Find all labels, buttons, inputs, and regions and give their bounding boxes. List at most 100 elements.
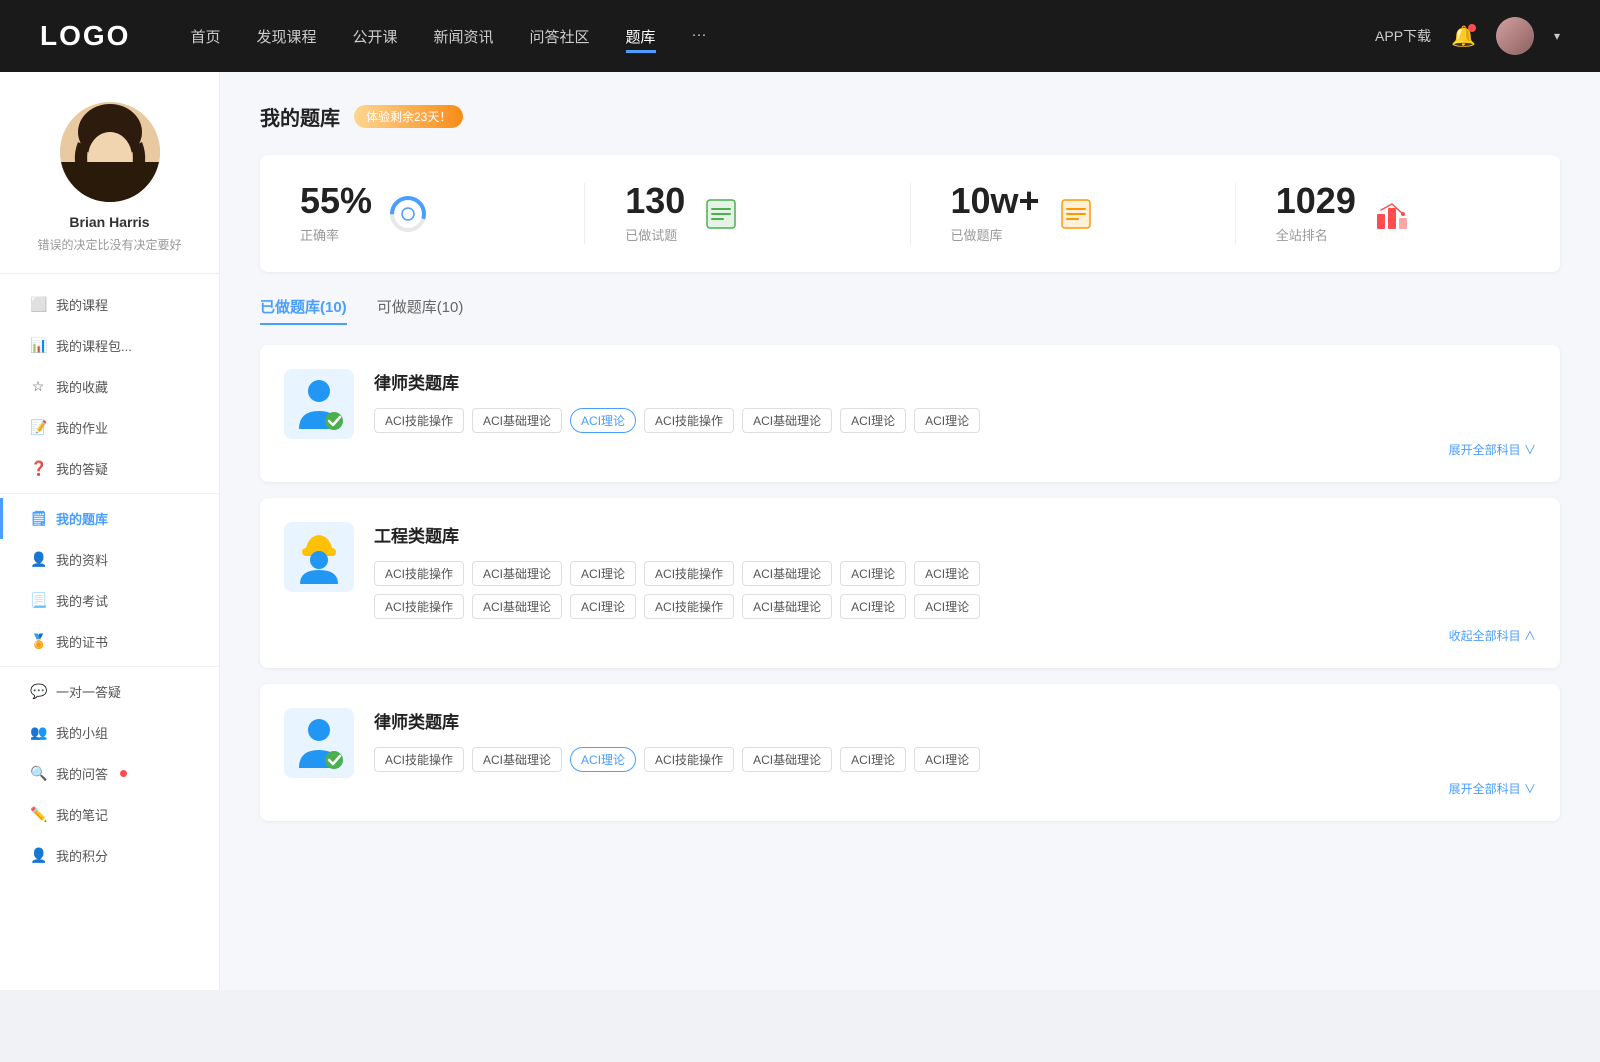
sidebar-item-my-qa[interactable]: 🔍 我的问答	[0, 753, 219, 794]
accuracy-icon	[388, 194, 428, 234]
sidebar-item-profile[interactable]: 👤 我的资料	[0, 539, 219, 580]
tag[interactable]: ACI基础理论	[742, 561, 832, 586]
qbank-card-lawyer-2: 律师类题库 ACI技能操作 ACI基础理论 ACI理论 ACI技能操作 ACI基…	[260, 684, 1560, 821]
stat-accuracy-value: 55%	[300, 183, 372, 219]
tag[interactable]: ACI技能操作	[374, 594, 464, 619]
sidebar-item-cert[interactable]: 🏅 我的证书	[0, 621, 219, 662]
tag[interactable]: ACI理论	[840, 561, 906, 586]
avatar[interactable]	[1496, 17, 1534, 55]
tag[interactable]: ACI理论	[840, 747, 906, 772]
sidebar-item-points[interactable]: 👤 我的积分	[0, 835, 219, 876]
tag[interactable]: ACI基础理论	[472, 594, 562, 619]
sidebar-item-one-on-one[interactable]: 💬 一对一答疑	[0, 671, 219, 712]
tag[interactable]: ACI理论	[914, 408, 980, 433]
tag-active[interactable]: ACI理论	[570, 747, 636, 772]
stat-accuracy-text: 55% 正确率	[300, 183, 372, 244]
sidebar-item-label: 我的考试	[56, 591, 108, 610]
sidebar-item-course[interactable]: ⬜ 我的课程	[0, 284, 219, 325]
sidebar-item-homework[interactable]: 📝 我的作业	[0, 407, 219, 448]
stat-done-banks-text: 10w+ 已做题库	[951, 183, 1040, 244]
sidebar-item-label: 我的笔记	[56, 805, 108, 824]
sidebar-item-label: 我的答疑	[56, 459, 108, 478]
tag[interactable]: ACI理论	[914, 561, 980, 586]
nav-right: APP下载 🔔 ▾	[1375, 17, 1560, 55]
sidebar-item-label: 我的作业	[56, 418, 108, 437]
tag[interactable]: ACI理论	[570, 594, 636, 619]
sidebar-item-label: 我的小组	[56, 723, 108, 742]
tag[interactable]: ACI技能操作	[644, 594, 734, 619]
tag[interactable]: ACI技能操作	[644, 747, 734, 772]
app-download-btn[interactable]: APP下载	[1375, 26, 1431, 46]
sidebar-item-label: 我的证书	[56, 632, 108, 651]
qbank-body-3: 律师类题库 ACI技能操作 ACI基础理论 ACI理论 ACI技能操作 ACI基…	[374, 708, 1536, 797]
favorites-icon: ☆	[30, 378, 46, 395]
tab-done[interactable]: 已做题库(10)	[260, 296, 347, 325]
tag[interactable]: ACI技能操作	[374, 408, 464, 433]
logo[interactable]: LOGO	[40, 20, 130, 52]
qbank-body-2: 工程类题库 ACI技能操作 ACI基础理论 ACI理论 ACI技能操作 ACI基…	[374, 522, 1536, 644]
tag[interactable]: ACI技能操作	[374, 561, 464, 586]
tag[interactable]: ACI基础理论	[472, 747, 562, 772]
nav-item-more[interactable]: ···	[692, 26, 707, 47]
nav-item-open[interactable]: 公开课	[352, 26, 397, 47]
profile-section: Brian Harris 错误的决定比没有决定要好	[0, 102, 219, 274]
user-dropdown-arrow[interactable]: ▾	[1554, 29, 1560, 43]
tag[interactable]: ACI基础理论	[472, 408, 562, 433]
qbank-header-3: 律师类题库 ACI技能操作 ACI基础理论 ACI理论 ACI技能操作 ACI基…	[284, 708, 1536, 797]
qbank-icon: 🗒	[30, 510, 46, 527]
qbank-card-lawyer-1: 律师类题库 ACI技能操作 ACI基础理论 ACI理论 ACI技能操作 ACI基…	[260, 345, 1560, 482]
expand-link-1[interactable]: 展开全部科目 ∨	[374, 441, 1536, 458]
tag[interactable]: ACI技能操作	[644, 561, 734, 586]
nav-links: 首页 发现课程 公开课 新闻资讯 问答社区 题库 ···	[190, 26, 1375, 47]
stat-rank-value: 1029	[1276, 183, 1356, 219]
tag[interactable]: ACI基础理论	[472, 561, 562, 586]
my-qa-icon: 🔍	[30, 765, 46, 782]
one-on-one-icon: 💬	[30, 683, 46, 700]
tags-row-1: ACI技能操作 ACI基础理论 ACI理论 ACI技能操作 ACI基础理论 AC…	[374, 408, 1536, 433]
navbar: LOGO 首页 发现课程 公开课 新闻资讯 问答社区 题库 ··· APP下载 …	[0, 0, 1600, 72]
nav-item-qbank[interactable]: 题库	[626, 26, 656, 47]
notification-dot	[1468, 24, 1476, 32]
tab-todo[interactable]: 可做题库(10)	[377, 296, 464, 325]
nav-item-home[interactable]: 首页	[190, 26, 220, 47]
notification-bell[interactable]: 🔔	[1451, 24, 1476, 49]
nav-item-qa[interactable]: 问答社区	[530, 26, 590, 47]
tag[interactable]: ACI技能操作	[644, 408, 734, 433]
stat-rank: 1029 全站排名	[1236, 183, 1560, 244]
stat-done-questions-value: 130	[625, 183, 685, 219]
sidebar-item-exam[interactable]: 📃 我的考试	[0, 580, 219, 621]
expand-link-3[interactable]: 展开全部科目 ∨	[374, 780, 1536, 797]
qbank-title-2: 工程类题库	[374, 522, 1536, 547]
qbank-header-2: 工程类题库 ACI技能操作 ACI基础理论 ACI理论 ACI技能操作 ACI基…	[284, 522, 1536, 644]
sidebar-item-favorites[interactable]: ☆ 我的收藏	[0, 366, 219, 407]
main-content: 我的题库 体验剩余23天！ 55% 正确率	[220, 72, 1600, 990]
qbank-title-1: 律师类题库	[374, 369, 1536, 394]
tag[interactable]: ACI基础理论	[742, 594, 832, 619]
nav-item-news[interactable]: 新闻资讯	[434, 26, 494, 47]
tag[interactable]: ACI理论	[914, 594, 980, 619]
tag[interactable]: ACI理论	[570, 561, 636, 586]
nav-item-discover[interactable]: 发现课程	[256, 26, 316, 47]
stat-done-questions: 130 已做试题	[585, 183, 910, 244]
sidebar-item-qbank[interactable]: 🗒 我的题库	[0, 498, 219, 539]
tag[interactable]: ACI技能操作	[374, 747, 464, 772]
sidebar-item-label: 一对一答疑	[56, 682, 121, 701]
tag[interactable]: ACI理论	[840, 594, 906, 619]
tag[interactable]: ACI基础理论	[742, 747, 832, 772]
sidebar-item-course-pkg[interactable]: 📊 我的课程包...	[0, 325, 219, 366]
stat-done-banks-label: 已做题库	[951, 225, 1040, 244]
sidebar-item-group[interactable]: 👥 我的小组	[0, 712, 219, 753]
profile-motto: 错误的决定比没有决定要好	[37, 236, 181, 253]
tag[interactable]: ACI理论	[914, 747, 980, 772]
profile-avatar[interactable]	[60, 102, 160, 202]
sidebar-item-notes[interactable]: ✏️ 我的笔记	[0, 794, 219, 835]
tag-active[interactable]: ACI理论	[570, 408, 636, 433]
notes-icon: ✏️	[30, 806, 46, 823]
tag[interactable]: ACI理论	[840, 408, 906, 433]
stat-done-questions-text: 130 已做试题	[625, 183, 685, 244]
tag[interactable]: ACI基础理论	[742, 408, 832, 433]
course-pkg-icon: 📊	[30, 337, 46, 354]
divider-2	[0, 666, 219, 667]
sidebar-item-question[interactable]: ❓ 我的答疑	[0, 448, 219, 489]
collapse-link[interactable]: 收起全部科目 ∧	[374, 627, 1536, 644]
